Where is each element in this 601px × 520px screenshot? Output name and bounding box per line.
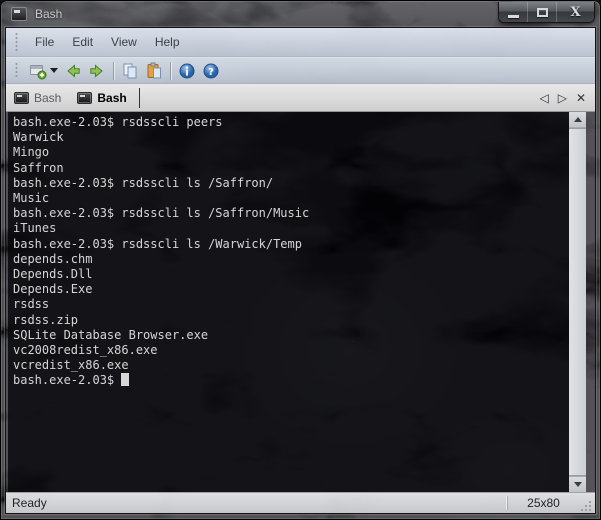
menu-bar: FileEditViewHelp [6, 28, 595, 57]
window-controls: X [498, 2, 595, 23]
terminal-line: Depends.Exe [13, 282, 569, 297]
status-text: Ready [6, 496, 47, 510]
console-app-icon [11, 7, 27, 21]
title-bar[interactable]: Bash X [0, 0, 601, 28]
close-button[interactable]: X [557, 2, 594, 22]
terminal-line: vcredist_x86.exe [13, 358, 569, 373]
previous-tab-button[interactable] [62, 60, 84, 82]
console-window: Bash X FileEditViewHelp [0, 0, 601, 520]
about-button[interactable] [176, 60, 198, 82]
close-tab-icon[interactable]: ✕ [576, 92, 586, 104]
console-tab-icon [14, 92, 29, 104]
maximize-button[interactable] [528, 2, 557, 22]
terminal-line: SQLite Database Browser.exe [13, 328, 569, 343]
new-console-dropdown-icon[interactable] [50, 68, 58, 73]
terminal-prompt-line: bash.exe-2.03$ [13, 373, 569, 388]
terminal-line: depends.chm [13, 252, 569, 267]
green-arrow-right-icon [88, 62, 106, 80]
terminal-line: Saffron [13, 161, 569, 176]
tab-bash-2-active[interactable]: Bash [69, 87, 134, 109]
minimize-icon [508, 15, 519, 18]
window-plus-icon [29, 62, 47, 80]
scrollbar-thumb[interactable] [569, 128, 586, 476]
tab-scroll-controls: ◁ ▷ ✕ [539, 92, 595, 104]
terminal-cursor [121, 373, 129, 386]
tab-bar: Bash Bash ◁ ▷ ✕ [6, 84, 595, 112]
terminal-line: rsdss.zip [13, 313, 569, 328]
toolbar-grip[interactable] [15, 62, 18, 80]
blue-info-circle-icon [178, 62, 196, 80]
menu-item-file[interactable]: File [26, 32, 63, 52]
tab-label: Bash [97, 91, 126, 105]
console-tab-icon [77, 92, 92, 104]
status-bar: Ready 25x80 [6, 492, 595, 513]
minimize-button[interactable] [499, 2, 528, 22]
scroll-tab-right-icon[interactable]: ▷ [558, 92, 567, 104]
two-pages-icon [121, 62, 139, 80]
terminal-prompt: bash.exe-2.03$ [13, 373, 121, 387]
menu-item-edit[interactable]: Edit [63, 32, 102, 52]
toolbar: ? [6, 57, 595, 84]
scroll-up-button[interactable] [569, 112, 586, 128]
terminal-scrollbar[interactable] [569, 112, 586, 492]
scroll-up-icon [574, 117, 582, 122]
menu-item-help[interactable]: Help [146, 32, 189, 52]
scroll-tab-left-icon[interactable]: ◁ [539, 92, 548, 104]
close-icon: X [570, 6, 580, 19]
tab-bash-1[interactable]: Bash [6, 87, 69, 109]
svg-text:?: ? [208, 67, 214, 78]
terminal-screen[interactable]: bash.exe-2.03$ rsdsscli peersWarwickMing… [8, 112, 569, 492]
terminal-line: Mingo [13, 145, 569, 160]
tab-label: Bash [34, 91, 61, 105]
paste-button[interactable] [143, 60, 165, 82]
terminal-size-indicator: 25x80 [507, 496, 579, 510]
terminal-line: vc2008redist_x86.exe [13, 343, 569, 358]
new-console-button[interactable] [27, 60, 49, 82]
menu-item-view[interactable]: View [102, 32, 146, 52]
tab-separator [139, 88, 140, 108]
green-arrow-left-icon [64, 62, 82, 80]
menu-items: FileEditViewHelp [26, 32, 189, 52]
toolbar-separator [113, 62, 114, 80]
terminal-output: bash.exe-2.03$ rsdsscli peersWarwickMing… [13, 115, 569, 373]
menubar-grip[interactable] [15, 32, 18, 52]
terminal-line: Music [13, 191, 569, 206]
terminal-line: rsdss [13, 297, 569, 312]
window-title: Bash [35, 7, 62, 21]
blue-question-circle-icon: ? [202, 62, 220, 80]
next-tab-button[interactable] [86, 60, 108, 82]
terminal-line: bash.exe-2.03$ rsdsscli peers [13, 115, 569, 130]
terminal-line: bash.exe-2.03$ rsdsscli ls /Warwick/Temp [13, 237, 569, 252]
copy-button[interactable] [119, 60, 141, 82]
scroll-down-button[interactable] [569, 476, 586, 492]
terminal-line: Depends.Dll [13, 267, 569, 282]
maximize-icon [537, 8, 548, 17]
terminal-line: iTunes [13, 221, 569, 236]
toolbar-separator [170, 62, 171, 80]
resize-grip[interactable] [579, 499, 593, 513]
terminal-line: bash.exe-2.03$ rsdsscli ls /Saffron/Musi… [13, 206, 569, 221]
terminal-line: Warwick [13, 130, 569, 145]
help-button[interactable]: ? [200, 60, 222, 82]
clipboard-page-icon [145, 62, 163, 80]
scroll-down-icon [574, 482, 582, 487]
terminal-line: bash.exe-2.03$ rsdsscli ls /Saffron/ [13, 176, 569, 191]
